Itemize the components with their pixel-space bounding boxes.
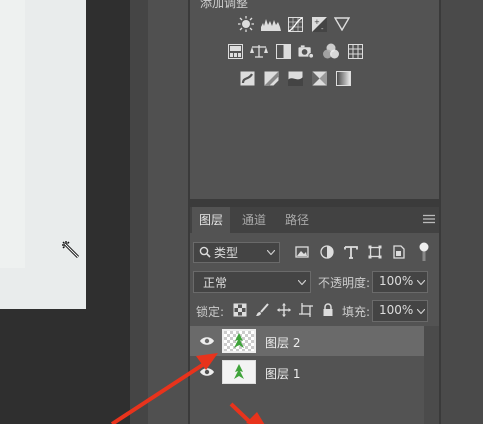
red-arrow-bottom	[229, 402, 265, 424]
annotation-arrows	[110, 353, 265, 424]
red-arrow-to-layer-thumbnail	[110, 353, 218, 424]
